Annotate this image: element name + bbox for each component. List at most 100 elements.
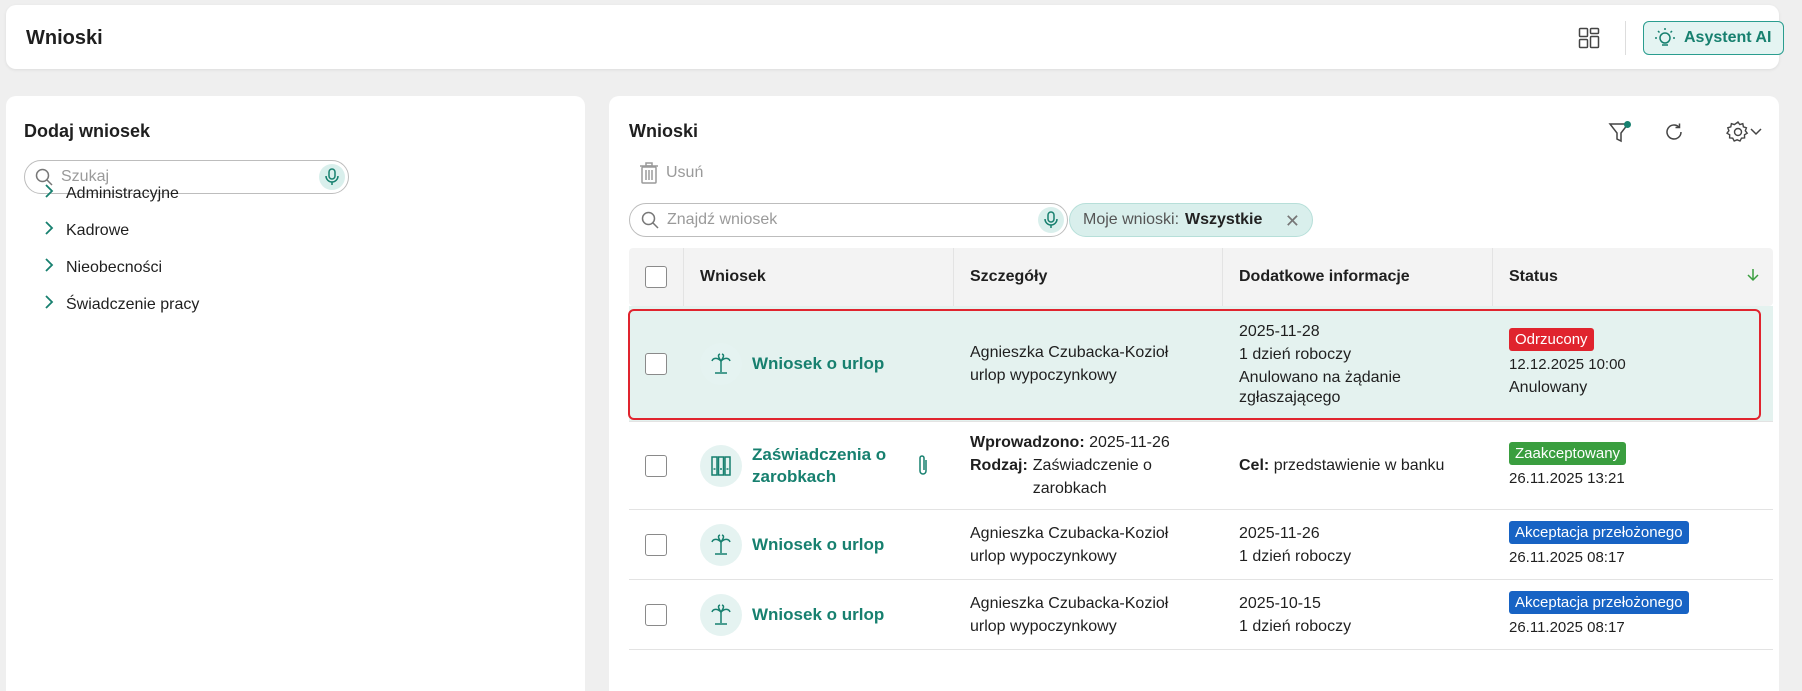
lightbulb-icon — [1655, 28, 1675, 46]
ai-assistant-button[interactable]: Asystent AI — [1643, 21, 1784, 55]
search-icon — [641, 211, 659, 229]
row-checkbox[interactable] — [645, 352, 667, 375]
request-type-link[interactable]: Wniosek o urlop — [752, 353, 884, 375]
add-request-title: Dodaj wniosek — [24, 121, 151, 141]
chevron-right-icon — [44, 221, 54, 240]
details-cell: Agnieszka Czubacka-Kozioł urlop wypoczyn… — [954, 580, 1223, 649]
kind-line: Rodzaj: Zaświadczenie o zarobkach — [970, 454, 1223, 500]
table-header: Wniosek Szczegóły Dodatkowe informacje S… — [629, 248, 1773, 306]
leave-duration: 1 dzień roboczy — [1239, 617, 1352, 635]
leave-date: 2025-11-28 — [1239, 323, 1320, 340]
palm-tree-icon — [700, 523, 742, 566]
table-row[interactable]: Wniosek o urlop Agnieszka Czubacka-Kozio… — [629, 510, 1773, 580]
status-cell: Akceptacja przełożonego 26.11.2025 08:17 — [1493, 510, 1773, 579]
column-header-request[interactable]: Wniosek — [684, 248, 954, 306]
status-date: 26.11.2025 08:17 — [1509, 618, 1625, 636]
palm-tree-icon — [700, 342, 742, 385]
column-header-details[interactable]: Szczegóły — [954, 248, 1223, 306]
request-type-cell: Wniosek o urlop — [684, 510, 954, 579]
request-type-link[interactable]: Wniosek o urlop — [752, 604, 884, 626]
status-cell: Akceptacja przełożonego 26.11.2025 08:17 — [1493, 580, 1773, 649]
search-placeholder: Znajdź wniosek — [667, 211, 778, 228]
table-row[interactable]: Wniosek o urlop Agnieszka Czubacka-Kozio… — [629, 580, 1773, 650]
kind-value: Zaświadczenie o zarobkach — [1033, 454, 1152, 500]
close-icon[interactable]: ✕ — [1285, 211, 1300, 232]
cancel-note-continued: zgłaszającego — [1239, 389, 1341, 406]
purpose-line: Cel: przedstawienie w banku — [1239, 454, 1493, 477]
requests-table: Wniosek Szczegóły Dodatkowe informacje S… — [628, 248, 1773, 650]
purpose-label: Cel: — [1239, 457, 1270, 474]
status-badge: Akceptacja przełożonego — [1509, 520, 1689, 544]
category-absences[interactable]: Nieobecności — [44, 258, 162, 277]
top-bar: Wnioski Asystent AI — [6, 5, 1784, 69]
row-checkbox[interactable] — [645, 533, 667, 556]
delete-button[interactable]: Usuń — [639, 162, 703, 184]
leave-date: 2025-11-26 — [1239, 524, 1320, 542]
additional-info-cell: 2025-10-15 1 dzień roboczy — [1223, 580, 1493, 649]
details-cell: Agnieszka Czubacka-Kozioł urlop wypoczyn… — [954, 510, 1223, 579]
request-search-input[interactable]: Znajdź wniosek — [629, 203, 1068, 237]
leave-type: urlop wypoczynkowy — [970, 366, 1117, 384]
sort-arrow-down-icon[interactable] — [1747, 268, 1759, 282]
column-header-additional-info[interactable]: Dodatkowe informacje — [1223, 248, 1493, 306]
request-type-cell: Zaświadczenia o zarobkach — [684, 422, 954, 509]
request-type-link[interactable]: Zaświadczenia o zarobkach — [752, 444, 886, 488]
employee-name: Agnieszka Czubacka-Kozioł — [970, 524, 1169, 542]
category-label: Świadczenie pracy — [66, 295, 200, 313]
entered-value: 2025-11-26 — [1089, 434, 1170, 451]
status-cell: Odrzucony 12.12.2025 10:00 Anulowany — [1493, 306, 1773, 421]
purpose-value: przedstawienie w banku — [1273, 457, 1445, 474]
filter-active-dot — [1624, 121, 1631, 128]
divider — [1625, 21, 1626, 55]
entered-line: Wprowadzono: 2025-11-26 — [970, 431, 1223, 454]
additional-info-cell: Cel: przedstawienie w banku — [1223, 422, 1493, 509]
kind-label: Rodzaj: — [970, 457, 1028, 474]
select-all-cell — [629, 248, 684, 306]
details-cell: Wprowadzono: 2025-11-26 Rodzaj: Zaświadcz… — [954, 422, 1223, 509]
status-badge: Odrzucony — [1509, 328, 1594, 351]
my-requests-filter-chip[interactable]: Moje wnioski: Wszystkie ✕ — [1069, 203, 1313, 237]
category-hr[interactable]: Kadrowe — [44, 221, 129, 240]
cancel-note: Anulowano na żądanie — [1239, 369, 1401, 386]
row-checkbox-cell — [629, 580, 684, 649]
dashboard-grid-icon[interactable] — [1575, 24, 1603, 52]
chip-value: Wszystkie — [1185, 211, 1263, 228]
column-header-status-label: Status — [1509, 268, 1558, 285]
leave-date: 2025-10-15 — [1239, 594, 1321, 612]
microphone-icon[interactable] — [1038, 207, 1064, 233]
request-type-line-1: Zaświadczenia o — [752, 444, 887, 464]
filter-icon[interactable] — [1605, 118, 1633, 146]
category-administrative[interactable]: Administracyjne — [44, 184, 179, 203]
page-title: Wnioski — [26, 27, 103, 49]
employee-name: Agnieszka Czubacka-Kozioł — [970, 343, 1169, 361]
chip-label: Moje wnioski: — [1083, 211, 1180, 228]
status-date: 12.12.2025 10:00 — [1509, 356, 1626, 373]
request-type-cell: Wniosek o urlop — [684, 306, 954, 421]
row-checkbox[interactable] — [645, 454, 667, 477]
status-note: Anulowany — [1509, 379, 1588, 396]
request-type-link[interactable]: Wniosek o urlop — [752, 534, 884, 556]
settings-gear-icon[interactable] — [1723, 118, 1765, 146]
delete-label: Usuń — [666, 164, 704, 181]
category-label: Kadrowe — [66, 221, 130, 239]
paperclip-icon[interactable] — [916, 454, 930, 478]
refresh-icon[interactable] — [1660, 118, 1688, 146]
category-label: Administracyjne — [66, 184, 179, 202]
chevron-right-icon — [44, 295, 54, 314]
ai-assistant-label: Asystent AI — [1684, 29, 1772, 46]
leave-duration: 1 dzień roboczy — [1239, 547, 1352, 565]
status-badge: Akceptacja przełożonego — [1509, 590, 1689, 614]
trash-icon — [640, 162, 658, 184]
table-row[interactable]: Wniosek o urlop Agnieszka Czubacka-Kozio… — [628, 306, 1773, 422]
table-row[interactable]: Zaświadczenia o zarobkach Wprowadzono: 2… — [629, 422, 1773, 510]
leave-type: urlop wypoczynkowy — [970, 547, 1117, 565]
additional-info-cell: 2025-11-26 1 dzień roboczy — [1223, 510, 1493, 579]
category-work[interactable]: Świadczenie pracy — [44, 295, 199, 314]
chevron-down-icon — [1750, 128, 1762, 136]
microphone-icon[interactable] — [319, 164, 345, 190]
select-all-checkbox[interactable] — [645, 266, 667, 288]
row-checkbox[interactable] — [645, 603, 667, 626]
status-date: 26.11.2025 13:21 — [1509, 469, 1625, 487]
request-type-line-2: zarobkach — [752, 466, 837, 486]
column-header-status[interactable]: Status — [1493, 248, 1773, 306]
